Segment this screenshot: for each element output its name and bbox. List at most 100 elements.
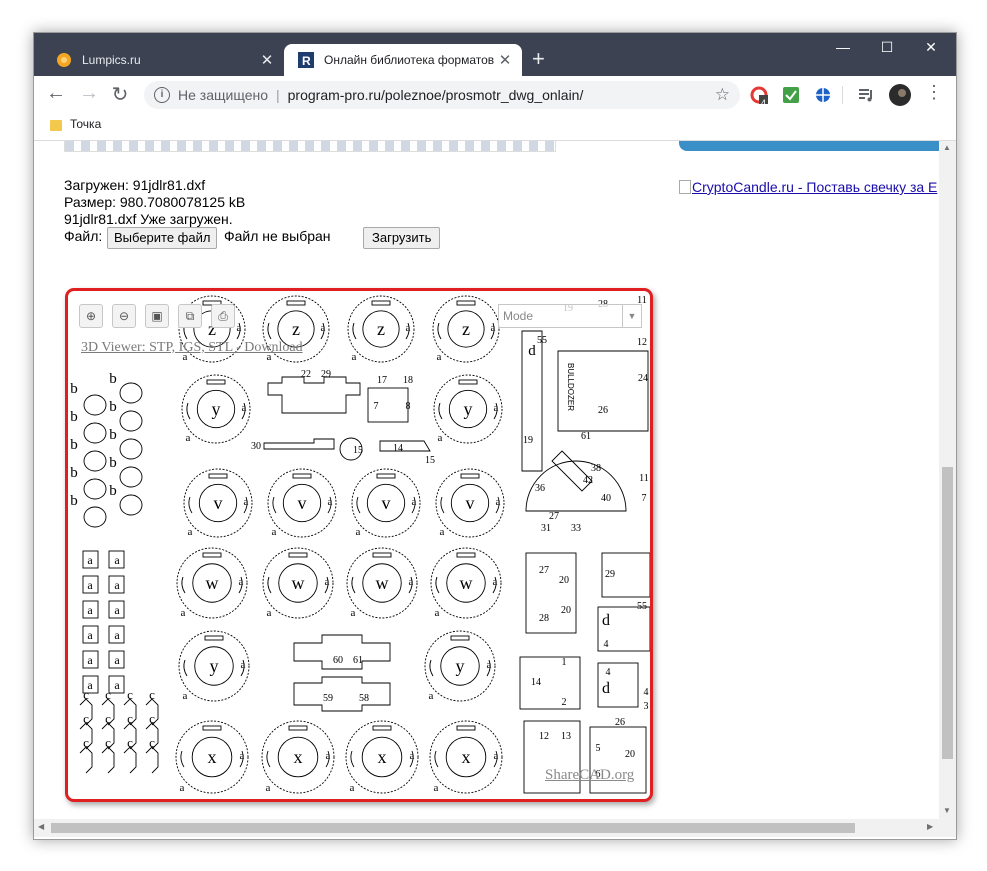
gear-label: a [241, 659, 246, 671]
horizontal-scrollbar-thumb[interactable] [51, 823, 855, 833]
sharecad-watermark-link[interactable]: ShareCAD.org [545, 767, 634, 784]
vertical-scrollbar-thumb[interactable] [942, 467, 953, 759]
forward-arrow-icon[interactable]: → [77, 82, 101, 105]
choose-file-button[interactable]: Выберите файл [107, 227, 218, 249]
gear-label: a [181, 607, 186, 619]
clip-label: b [70, 381, 78, 397]
horizontal-scrollbar[interactable]: ◀ ▶ [34, 819, 956, 837]
drawing-label: 18 [403, 375, 413, 386]
broken-image-icon [679, 180, 691, 194]
gear-slot [206, 379, 226, 385]
drawing-label: 26 [615, 717, 625, 728]
gear-slot [288, 552, 308, 558]
clip-label: b [70, 465, 78, 481]
square-label: a [114, 603, 120, 617]
drawing-label: 20 [559, 575, 569, 586]
square-label: a [114, 578, 120, 592]
gear-slot [180, 750, 185, 768]
new-tab-button[interactable]: + [532, 48, 545, 70]
media-queue-icon[interactable] [857, 86, 875, 104]
drawing-label: 40 [601, 493, 611, 504]
square-label: a [87, 603, 93, 617]
drawing-label: 29 [321, 369, 331, 380]
fit-view-icon[interactable]: ▣ [145, 304, 169, 328]
hook-label: c [105, 735, 111, 750]
clip-label: b [70, 493, 78, 509]
zoom-in-icon[interactable]: ⊕ [79, 304, 103, 328]
avatar[interactable] [889, 84, 911, 106]
clip-part [119, 410, 143, 432]
minimize-button[interactable]: — [828, 39, 858, 55]
layers-icon[interactable]: ⧉ [178, 304, 202, 328]
scroll-down-icon[interactable]: ▼ [943, 806, 951, 815]
gear-label: a [325, 576, 330, 588]
ad-link-text[interactable]: CryptoCandle.ru - Поставь свечку за E [692, 179, 937, 195]
hook-label: c [83, 735, 89, 750]
clip-label: b [109, 483, 117, 499]
menu-kebab-icon[interactable]: ⋮ [922, 82, 946, 103]
scroll-left-icon[interactable]: ◀ [38, 822, 44, 831]
cryptocandle-ad-link[interactable]: CryptoCandle.ru - Поставь свечку за E [679, 179, 937, 195]
clip-label: b [70, 437, 78, 453]
bookmark-tochka[interactable]: Точка [70, 117, 101, 131]
gear-slot [208, 473, 228, 479]
file-size-label: Размер: 980.7080078125 kB [64, 194, 246, 210]
drawing-label: 22 [301, 369, 311, 380]
square-label: a [87, 628, 93, 642]
drawing-label: 26 [598, 405, 608, 416]
tab-lumpics[interactable]: Lumpics.ru ✕ [42, 44, 284, 76]
bookmark-star-icon[interactable]: ☆ [715, 85, 730, 105]
gear-label: a [435, 607, 440, 619]
share-buttons-strip [64, 141, 556, 152]
scroll-right-icon[interactable]: ▶ [927, 822, 933, 831]
gear-slot [356, 496, 361, 514]
scroll-up-icon[interactable]: ▲ [943, 143, 951, 152]
gear-letter: v [466, 493, 475, 513]
hook-label: c [127, 735, 133, 750]
url-text[interactable]: program-pro.ru/poleznoe/prosmotr_dwg_onl… [288, 87, 584, 103]
tab-program-pro[interactable]: R Онлайн библиотека форматов ✕ [284, 44, 522, 76]
hook-part [145, 746, 159, 774]
drawing-label: 7 [642, 493, 647, 504]
gear-slot [272, 496, 277, 514]
gear-letter: z [377, 319, 385, 339]
gear-slot [267, 576, 272, 594]
tab-title: Lumpics.ru [82, 53, 141, 67]
reload-icon[interactable]: ↻ [108, 82, 132, 107]
gear-slot [350, 750, 355, 768]
checkmark-extension-icon[interactable] [782, 86, 800, 104]
close-window-button[interactable]: ✕ [916, 39, 946, 56]
3d-viewer-download-link[interactable]: 3D Viewer: STP, IGS, STL - Download [81, 340, 303, 356]
sharecad-viewer[interactable]: zaazaazaazaayaayaavaavaavaavaawaawaawaaw… [65, 288, 653, 802]
gear-label: a [491, 322, 496, 334]
gear-letter: x [378, 747, 387, 767]
gear-label: a [186, 432, 191, 444]
drawing-label: 36 [535, 483, 545, 494]
drawing-label: 28 [539, 613, 549, 624]
back-arrow-icon[interactable]: ← [44, 82, 68, 105]
mode-select[interactable]: Mode ▼ [498, 304, 642, 328]
cad-drawing[interactable]: zaa zaa zaa zaayaa yaavaa vaa vaa vaawaa waa waa w… [68, 291, 650, 799]
tab-close-icon[interactable]: ✕ [496, 51, 514, 69]
address-bar[interactable]: i Не защищено | program-pro.ru/poleznoe/… [144, 81, 740, 109]
globe-extension-icon[interactable] [814, 86, 832, 104]
drawing-label: 29 [605, 569, 615, 580]
clip-label: b [109, 455, 117, 471]
gear-slot [440, 496, 445, 514]
gear-slot [286, 300, 306, 306]
tab-close-icon[interactable]: ✕ [258, 51, 276, 69]
chevron-down-icon[interactable]: ▼ [622, 305, 641, 327]
security-label: Не защищено [178, 87, 268, 103]
info-icon[interactable]: i [154, 87, 170, 103]
clip-label: b [70, 409, 78, 425]
gear-slot [188, 496, 193, 514]
print-icon[interactable]: ⎙ [211, 304, 235, 328]
upload-button[interactable]: Загрузить [363, 227, 441, 249]
maximize-button[interactable]: ☐ [872, 39, 902, 56]
gear-label: a [267, 607, 272, 619]
zoom-out-icon[interactable]: ⊖ [112, 304, 136, 328]
gear-label: a [272, 526, 277, 538]
gear-label: a [429, 690, 434, 702]
gear-letter: x [462, 747, 471, 767]
vertical-scrollbar[interactable]: ▲ ▼ [939, 141, 956, 819]
